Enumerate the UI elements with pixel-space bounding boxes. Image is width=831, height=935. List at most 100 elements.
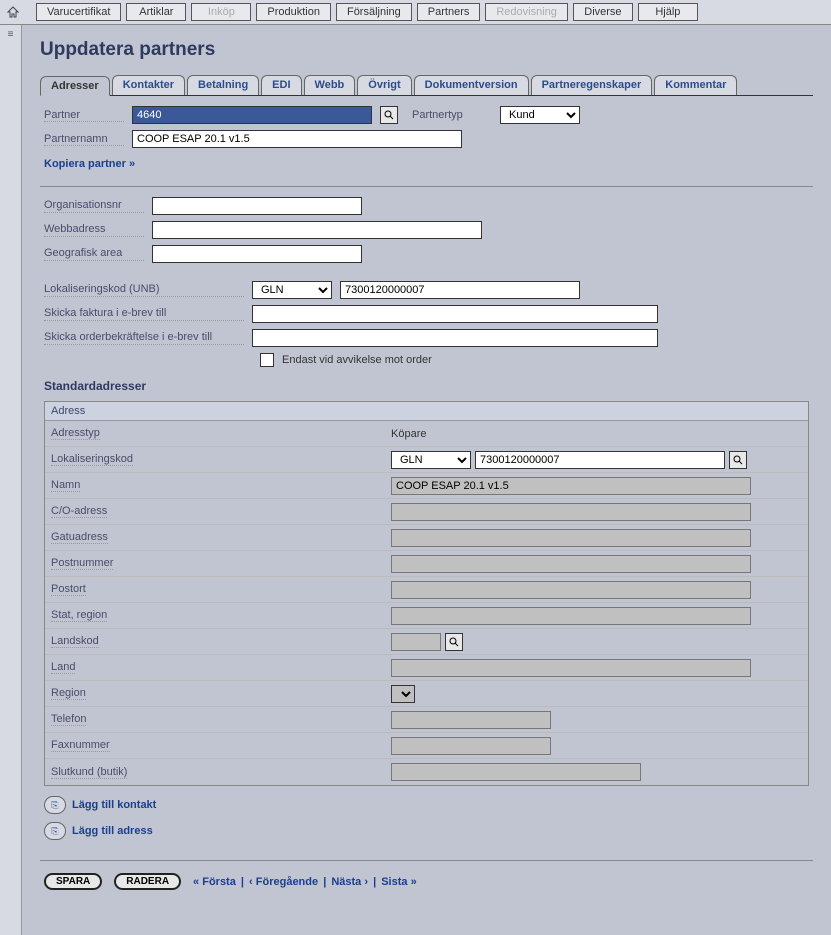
nav-produktion[interactable]: Produktion	[256, 3, 331, 21]
tab-kontakter[interactable]: Kontakter	[112, 75, 185, 95]
tab-partneregenskaper[interactable]: Partneregenskaper	[531, 75, 653, 95]
partnertyp-label: Partnertyp	[412, 109, 492, 121]
addr-row-postnr: Postnummer	[45, 551, 808, 577]
addr-row-slutkund: Slutkund (butik)	[45, 759, 808, 785]
tab-adresser[interactable]: Adresser	[40, 76, 110, 96]
addr-row-co: C/O-adress	[45, 499, 808, 525]
addr-namn-label: Namn	[51, 479, 80, 492]
orderbek-input[interactable]	[252, 329, 658, 347]
copy-partner-link[interactable]: Kopiera partner »	[44, 158, 135, 170]
addr-land-input[interactable]	[391, 659, 751, 677]
nav-varucertifikat[interactable]: Varucertifikat	[36, 3, 121, 21]
orgnr-input[interactable]	[152, 197, 362, 215]
addr-lokkod-label: Lokaliseringskod	[51, 453, 133, 466]
address-box-title: Adress	[45, 402, 808, 421]
lokkod-type-select[interactable]: GLN	[252, 281, 332, 299]
tab-kommentar[interactable]: Kommentar	[654, 75, 737, 95]
addr-postnr-input[interactable]	[391, 555, 751, 573]
addr-gatu-input[interactable]	[391, 529, 751, 547]
addr-region-label: Region	[51, 687, 86, 700]
partner-section: Partner Partnertyp Kund Partnernamn Kopi…	[40, 96, 813, 187]
nav-diverse[interactable]: Diverse	[573, 3, 633, 21]
tab-ovrigt[interactable]: Övrigt	[357, 75, 411, 95]
nav-inkop[interactable]: Inköp	[191, 3, 251, 21]
addr-lokkod-type-select[interactable]: GLN	[391, 451, 471, 469]
pager: « Första | ‹ Föregående | Nästa › | Sist…	[193, 876, 417, 888]
orderbek-label: Skicka orderbekräftelse i e-brev till	[44, 331, 244, 345]
page-title: Uppdatera partners	[40, 39, 813, 61]
pager-next[interactable]: Nästa ›	[331, 876, 368, 888]
top-menu-bar: Varucertifikat Artiklar Inköp Produktion…	[0, 0, 831, 25]
addr-lokkod-input[interactable]	[475, 451, 725, 469]
addr-landskod-input[interactable]	[391, 633, 441, 651]
addr-landskod-label: Landskod	[51, 635, 99, 648]
main-content: Uppdatera partners Adresser Kontakter Be…	[22, 25, 831, 904]
addr-row-fax: Faxnummer	[45, 733, 808, 759]
tabs: Adresser Kontakter Betalning EDI Webb Öv…	[40, 75, 813, 96]
add-contact-link[interactable]: Lägg till kontakt	[72, 799, 156, 811]
partnernamn-label: Partnernamn	[44, 133, 124, 146]
addr-fax-label: Faxnummer	[51, 739, 110, 752]
geo-input[interactable]	[152, 245, 362, 263]
nav-redovisning[interactable]: Redovisning	[485, 3, 568, 21]
addr-row-lokkod: Lokaliseringskod GLN	[45, 447, 808, 473]
partnernamn-input[interactable]	[132, 130, 462, 148]
add-address-link[interactable]: Lägg till adress	[72, 825, 153, 837]
lokkod-input[interactable]	[340, 281, 580, 299]
tab-dokumentversion[interactable]: Dokumentversion	[414, 75, 529, 95]
add-address-icon[interactable]: ⎘	[44, 822, 66, 840]
partner-label: Partner	[44, 109, 124, 122]
nav-hjalp[interactable]: Hjälp	[638, 3, 698, 21]
adresstyp-value: Köpare	[391, 428, 426, 440]
addr-postort-input[interactable]	[391, 581, 751, 599]
addr-postort-label: Postort	[51, 583, 86, 596]
footer: SPARA RADERA « Första | ‹ Föregående | N…	[40, 861, 813, 894]
addr-row-telefon: Telefon	[45, 707, 808, 733]
addr-slutkund-input[interactable]	[391, 763, 641, 781]
addr-land-label: Land	[51, 661, 75, 674]
delete-button[interactable]: RADERA	[114, 873, 181, 890]
addr-co-input[interactable]	[391, 503, 751, 521]
addr-stat-input[interactable]	[391, 607, 751, 625]
tab-webb[interactable]: Webb	[304, 75, 356, 95]
addr-telefon-input[interactable]	[391, 711, 551, 729]
addr-row-adresstyp: Adresstyp Köpare	[45, 421, 808, 447]
partner-lookup-icon[interactable]	[380, 106, 398, 124]
rail-icon[interactable]: ≡	[0, 29, 21, 40]
webb-label: Webbadress	[44, 223, 144, 237]
addr-gatu-label: Gatuadress	[51, 531, 108, 544]
home-icon[interactable]	[6, 5, 20, 19]
partner-input[interactable]	[132, 106, 372, 124]
pager-prev[interactable]: ‹ Föregående	[249, 876, 318, 888]
partnertyp-select[interactable]: Kund	[500, 106, 580, 124]
addr-lokkod-lookup-icon[interactable]	[729, 451, 747, 469]
webb-input[interactable]	[152, 221, 482, 239]
addr-namn-input[interactable]	[391, 477, 751, 495]
faktura-input[interactable]	[252, 305, 658, 323]
tab-edi[interactable]: EDI	[261, 75, 301, 95]
addr-co-label: C/O-adress	[51, 505, 107, 518]
avvikelse-checkbox[interactable]	[260, 353, 274, 367]
addr-row-namn: Namn	[45, 473, 808, 499]
pager-last[interactable]: Sista »	[381, 876, 416, 888]
add-contact-icon[interactable]: ⎘	[44, 796, 66, 814]
addr-row-region: Region	[45, 681, 808, 707]
addr-fax-input[interactable]	[391, 737, 551, 755]
avvikelse-label: Endast vid avvikelse mot order	[282, 354, 432, 366]
nav-forsaljning[interactable]: Försäljning	[336, 3, 412, 21]
addr-row-land: Land	[45, 655, 808, 681]
addr-landskod-lookup-icon[interactable]	[445, 633, 463, 651]
pager-first[interactable]: « Första	[193, 876, 236, 888]
faktura-label: Skicka faktura i e-brev till	[44, 307, 244, 321]
nav-artiklar[interactable]: Artiklar	[126, 3, 186, 21]
addr-telefon-label: Telefon	[51, 713, 86, 726]
addr-stat-label: Stat, region	[51, 609, 107, 622]
tab-betalning[interactable]: Betalning	[187, 75, 259, 95]
addr-row-gatu: Gatuadress	[45, 525, 808, 551]
adresstyp-label: Adresstyp	[51, 427, 100, 440]
addr-region-select[interactable]	[391, 685, 415, 703]
lokkod-label: Lokaliseringskod (UNB)	[44, 283, 244, 297]
nav-partners[interactable]: Partners	[417, 3, 481, 21]
addr-row-stat: Stat, region	[45, 603, 808, 629]
save-button[interactable]: SPARA	[44, 873, 102, 890]
